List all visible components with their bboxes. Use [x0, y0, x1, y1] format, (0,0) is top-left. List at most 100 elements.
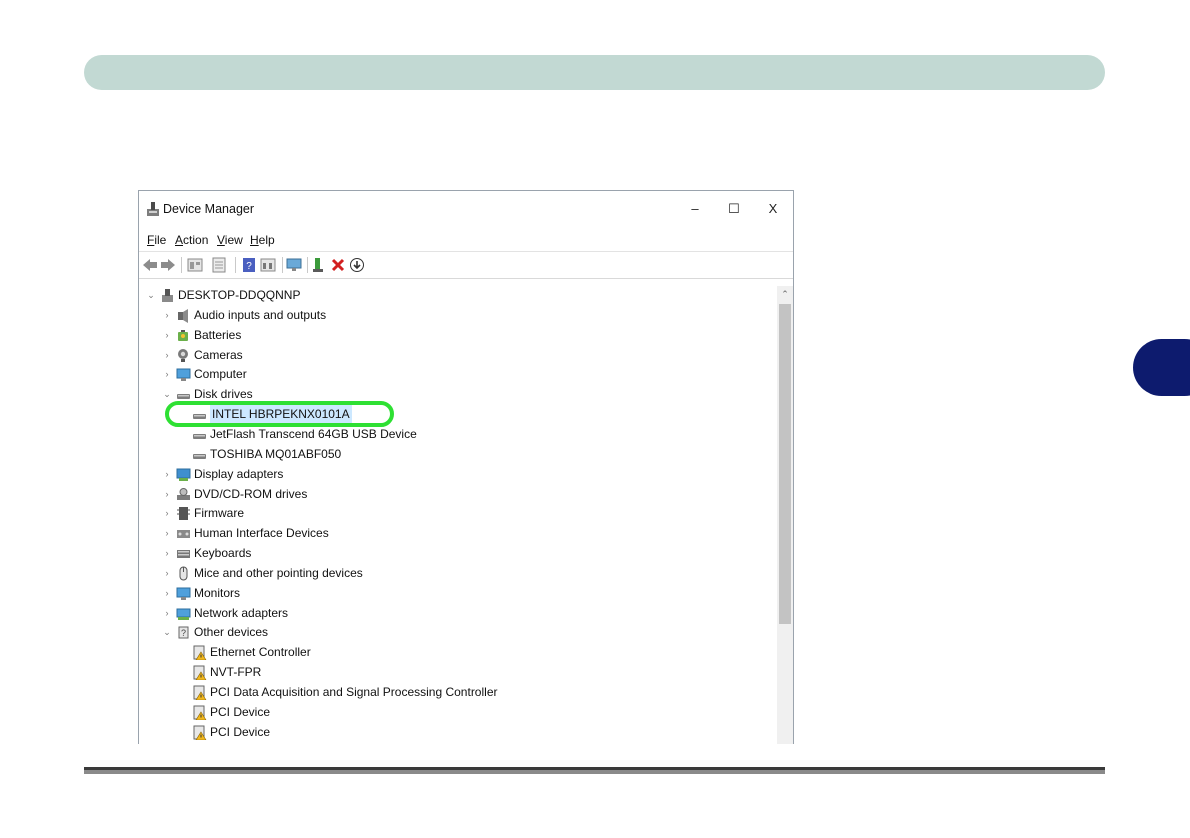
page-header-bar [84, 55, 1105, 90]
show-hidden-icon[interactable] [260, 257, 276, 273]
warning-device-icon [193, 685, 207, 700]
camera-icon [178, 348, 188, 362]
expand-chevron-icon[interactable]: › [162, 365, 172, 384]
tree-category[interactable]: › Mice and other pointing devices [139, 564, 775, 583]
properties-icon[interactable] [187, 257, 203, 273]
expand-chevron-icon[interactable]: › [162, 306, 172, 325]
battery-icon [178, 329, 188, 341]
tree-item-label: Batteries [194, 327, 242, 342]
help-icon[interactable]: ? [241, 257, 257, 273]
tree-category[interactable]: › DVD/CD-ROM drives [139, 485, 775, 504]
expand-chevron-icon[interactable]: › [162, 504, 172, 523]
computer-root-icon [162, 289, 173, 302]
expand-chevron-icon[interactable]: › [162, 604, 172, 623]
tree-item-label: Disk drives [194, 387, 253, 402]
expand-chevron-icon[interactable]: › [162, 326, 172, 345]
firmware-chip-icon [177, 507, 190, 521]
tree-category[interactable]: ⌄? Other devices [139, 623, 775, 642]
monitor-icon [176, 368, 191, 382]
warning-device-icon [193, 705, 207, 720]
update-driver-list-icon[interactable] [211, 257, 227, 273]
svg-text:?: ? [246, 261, 252, 272]
tree-category[interactable]: › Keyboards [139, 544, 775, 563]
expand-chevron-icon[interactable]: › [162, 524, 172, 543]
tree-item-label: Display adapters [194, 466, 284, 481]
device-manager-app-icon [147, 202, 159, 216]
device-tree: ⌄ DESKTOP-DDQQNNP › Audio inputs and output… [139, 286, 777, 744]
warning-device-icon [193, 725, 207, 740]
menu-view[interactable]: View [217, 233, 243, 247]
back-arrow-icon[interactable] [142, 257, 158, 273]
expand-chevron-icon[interactable]: › [162, 584, 172, 603]
expand-chevron-icon[interactable]: › [162, 564, 172, 583]
monitor-icon[interactable] [286, 257, 302, 273]
disk-drive-icon [193, 453, 206, 459]
tree-item-label: JetFlash Transcend 64GB USB Device [210, 426, 417, 441]
expand-chevron-icon[interactable]: › [162, 544, 172, 563]
collapse-chevron-icon[interactable]: ⌄ [162, 385, 172, 404]
keyboard-icon [177, 550, 190, 559]
expand-chevron-icon[interactable]: › [162, 346, 172, 365]
tree-category[interactable]: ⌄ Disk drives [139, 385, 775, 404]
footer-rule [84, 767, 1105, 774]
unknown-device-icon: ? [178, 626, 189, 639]
hid-icon [177, 530, 190, 539]
maximize-button[interactable]: ☐ [724, 200, 744, 218]
tree-item-label: Cameras [194, 347, 243, 362]
close-button[interactable]: X [763, 200, 783, 218]
tree-category[interactable]: › Cameras [139, 346, 775, 365]
expand-chevron-icon[interactable]: › [162, 465, 172, 484]
tree-item-label: Computer [194, 367, 247, 382]
tree-category[interactable]: › Firmware [139, 504, 775, 523]
menu-help[interactable]: Help [250, 233, 275, 247]
tree-category[interactable]: › Computer [139, 365, 775, 384]
tree-device[interactable]: JetFlash Transcend 64GB USB Device [139, 425, 775, 444]
tree-device[interactable]: INTEL HBRPEKNX0101A [139, 405, 775, 425]
tree-device[interactable]: PCI Device [139, 703, 775, 722]
enable-device-icon[interactable] [311, 257, 327, 273]
menu-file[interactable]: File [147, 233, 166, 247]
tree-category[interactable]: › Network adapters [139, 604, 775, 623]
title-bar: Device Manager – ☐ X [139, 191, 793, 227]
tree-item-label: Keyboards [194, 546, 252, 561]
menu-label: ile [154, 233, 167, 247]
warning-device-icon [193, 645, 207, 661]
tree-category[interactable]: › Audio inputs and outputs [139, 306, 775, 325]
toolbar-separator [282, 257, 283, 273]
tree-category[interactable]: › Batteries [139, 326, 775, 345]
window-title: Device Manager [163, 202, 255, 216]
toolbar-separator [181, 257, 182, 273]
scroll-up-button[interactable]: ⌃ [777, 286, 793, 302]
scroll-thumb[interactable] [779, 304, 791, 624]
tree-device[interactable]: PCI Data Acquisition and Signal Processi… [139, 683, 775, 702]
tree-device[interactable]: Ethernet Controller [139, 643, 775, 662]
menu-label: iew [224, 233, 243, 247]
tree-category[interactable]: › Human Interface Devices [139, 524, 775, 543]
tree-item-label: NVT-FPR [210, 665, 262, 680]
tree-item-label: DVD/CD-ROM drives [194, 486, 308, 501]
device-manager-window: Device Manager – ☐ X File Action View Help … [138, 190, 794, 744]
expand-chevron-icon[interactable]: › [162, 485, 172, 504]
scan-changes-icon[interactable] [349, 257, 365, 273]
toolbar: ? [139, 251, 793, 279]
tree-item-label: Human Interface Devices [194, 526, 329, 541]
chapter-tab [1133, 339, 1190, 396]
tree-category[interactable]: › Monitors [139, 584, 775, 603]
collapse-chevron-icon[interactable]: ⌄ [162, 623, 172, 642]
menu-action[interactable]: Action [175, 233, 208, 247]
collapse-chevron-icon[interactable]: ⌄ [146, 286, 156, 305]
tree-device[interactable]: PCI Device [139, 723, 775, 742]
menu-mnemonic: H [250, 233, 259, 247]
uninstall-icon[interactable] [330, 257, 346, 273]
tree-device[interactable]: NVT-FPR [139, 663, 775, 682]
menu-bar: File Action View Help [139, 229, 793, 251]
vertical-scrollbar[interactable]: ⌃ [777, 286, 793, 744]
network-adapter-icon [176, 608, 191, 620]
tree-category[interactable]: › Display adapters [139, 465, 775, 484]
tree-device[interactable]: TOSHIBA MQ01ABF050 [139, 445, 775, 464]
minimize-button[interactable]: – [685, 200, 705, 218]
tree-root[interactable]: ⌄ DESKTOP-DDQQNNP [139, 286, 775, 305]
speaker-icon [178, 308, 188, 323]
forward-arrow-icon[interactable] [160, 257, 176, 273]
menu-label: elp [258, 233, 275, 247]
